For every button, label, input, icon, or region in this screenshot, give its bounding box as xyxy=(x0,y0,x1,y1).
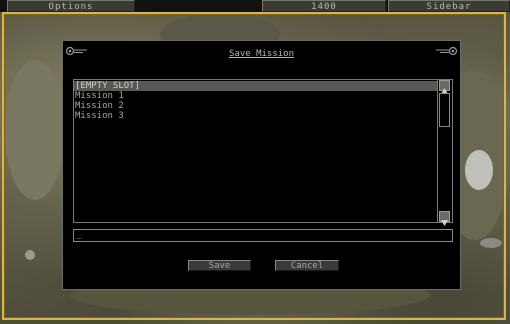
scroll-down-button[interactable] xyxy=(439,211,450,226)
list-item-mission-2[interactable]: Mission 2 xyxy=(74,101,438,111)
list-item-mission-3[interactable]: Mission 3 xyxy=(74,111,438,121)
right-ornament-icon xyxy=(436,46,458,56)
list-item-mission-1[interactable]: Mission 1 xyxy=(74,91,438,101)
dialog-title: Save Mission xyxy=(228,49,295,59)
cancel-button[interactable]: Cancel xyxy=(275,260,339,271)
down-arrow-icon xyxy=(441,220,448,226)
mission-name-input[interactable]: _ xyxy=(73,229,453,242)
credits-display: 1400 xyxy=(262,0,386,12)
list-item-empty-slot[interactable]: [EMPTY SLOT] xyxy=(74,81,438,91)
options-tab[interactable]: Options xyxy=(7,0,135,12)
scroll-thumb[interactable] xyxy=(439,93,450,127)
scroll-up-button[interactable] xyxy=(439,80,450,94)
save-button[interactable]: Save xyxy=(188,260,251,271)
list-scrollbar[interactable] xyxy=(437,80,452,226)
save-slot-list[interactable]: [EMPTY SLOT] Mission 1 Mission 2 Mission… xyxy=(73,79,453,226)
top-bar: Options 1400 Sidebar xyxy=(0,0,510,12)
save-mission-dialog: Save Mission [EMPTY SLOT] Mission 1 Miss… xyxy=(62,40,461,290)
sidebar-tab[interactable]: Sidebar xyxy=(388,0,510,12)
